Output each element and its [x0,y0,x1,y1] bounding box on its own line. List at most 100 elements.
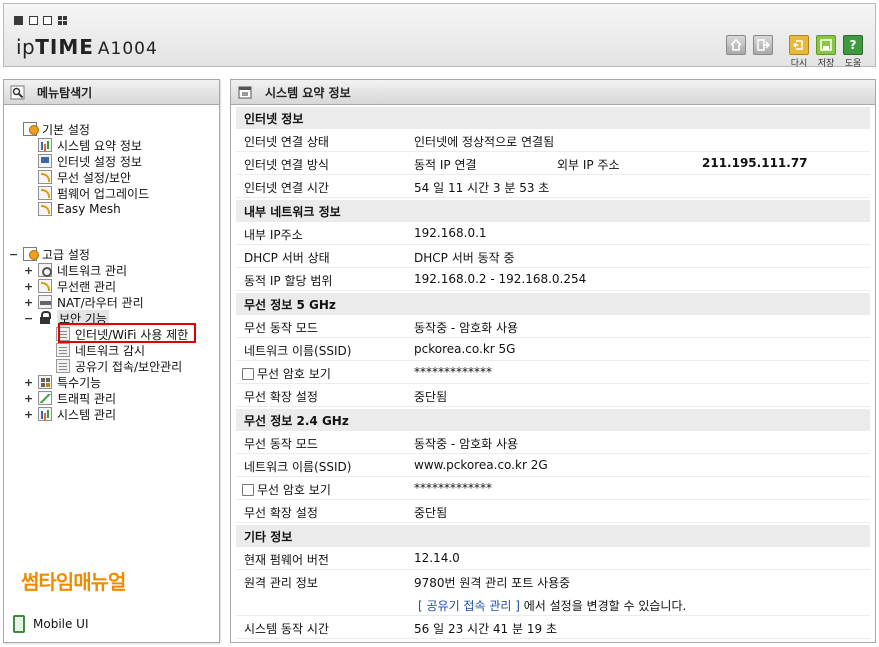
row-24g-ssid: 네트워크 이름(SSID) www.pckorea.co.kr 2G [236,455,870,477]
system-uptime-value: 56 일 23 시간 41 분 19 초 [414,622,557,636]
menu-explorer-title-bar: 메뉴탐색기 [4,80,219,105]
tree-item-easy-mesh[interactable]: Easy Mesh [38,201,121,217]
tree-item-system-summary[interactable]: 시스템 요약 정보 [38,137,142,153]
expand-toggle[interactable]: + [24,280,33,293]
row-internet-time: 인터넷 연결 시간 54 일 11 시간 3 분 53 초 [236,176,870,198]
wifi-icon [38,170,52,184]
help-button[interactable]: ? [843,35,863,55]
network-icon [38,263,52,277]
reload-label: 다시 [790,59,808,69]
mobile-ui-link[interactable]: Mobile UI [13,615,89,633]
row-5g-extension: 무선 확장 설정 중단됨 [236,385,870,407]
router-access-management-link[interactable]: [ 공유기 접속 관리 ] [418,599,520,613]
menu-explorer-title: 메뉴탐색기 [37,85,93,100]
monitor-icon [38,154,52,168]
internet-time-value: 54 일 11 시간 3 분 53 초 [414,181,550,195]
row-system-uptime: 시스템 동작 시간 56 일 23 시간 41 분 19 초 [236,617,870,639]
system-summary-panel: 시스템 요약 정보 인터넷 정보 인터넷 연결 상태 인터넷에 정상적으로 연결… [230,79,876,643]
wifi5-password-value: ************* [414,365,492,379]
row-remote-link: [ 공유기 접속 관리 ] 에서 설정을 변경할 수 있습니다. [236,594,870,616]
section-other-info: 기타 정보 [236,525,870,547]
highlight-box [58,323,196,343]
collapse-toggle[interactable]: − [9,248,18,261]
folder-settings-icon [23,122,39,136]
logo-square-outline-icon [43,16,52,25]
brand-logo: ipTIME A1004 [16,35,158,59]
expand-toggle[interactable]: + [24,408,33,421]
logo-square-icon [14,16,23,25]
expand-toggle[interactable]: + [24,264,33,277]
wifi24-ssid-value: www.pckorea.co.kr 2G [414,458,548,472]
expand-toggle[interactable]: + [24,392,33,405]
internet-status-value: 인터넷에 정상적으로 연결됨 [414,135,555,149]
remote-link-suffix: 에서 설정을 변경할 수 있습니다. [519,599,687,613]
show-password-checkbox-5g[interactable] [242,368,254,380]
wifi24-password-value: ************* [414,481,492,495]
lock-icon [38,311,52,325]
wifi-icon [38,202,52,216]
external-ip-value: 211.195.111.77 [702,156,808,170]
wifi24-extension-value: 중단됨 [414,506,448,520]
wifi-icon [38,279,52,293]
save-button[interactable] [816,35,836,55]
external-ip-label: 외부 IP 주소 [557,158,620,172]
row-24g-extension: 무선 확장 설정 중단됨 [236,501,870,523]
section-internal-network: 내부 네트워크 정보 [236,200,870,222]
row-internal-ip: 내부 IP주소 192.168.0.1 [236,223,870,245]
help-label: 도움 [844,59,862,69]
row-dhcp-status: DHCP 서버 상태 DHCP 서버 동작 중 [236,246,870,268]
firmware-version-value: 12.14.0 [414,551,460,565]
tree-item-network-monitor[interactable]: 네트워크 감시 [56,342,145,358]
row-5g-ssid: 네트워크 이름(SSID) pckorea.co.kr 5G [236,339,870,361]
remote-management-value: 9780번 원격 관리 포트 사용중 [414,576,571,590]
tree-advanced-settings[interactable]: − 고급 설정 [9,246,90,262]
watermark-text: 썸타임매뉴얼 [21,570,126,594]
tree-item-network-management[interactable]: + 네트워크 관리 [24,262,127,278]
tree-item-router-access-security[interactable]: 공유기 접속/보안관리 [56,358,182,374]
tree-item-wireless-lan[interactable]: + 무선랜 관리 [24,278,116,294]
menu-explorer-panel: 메뉴탐색기 기본 설정 시스템 요약 정보 인터넷 설정 정보 무선 설정/보안… [3,79,220,643]
wifi24-mode-value: 동작중 - 암호화 사용 [414,437,519,451]
tree-basic-settings[interactable]: 기본 설정 [23,121,90,137]
expand-toggle[interactable]: + [24,296,33,309]
section-wireless-5ghz: 무선 정보 5 GHz [236,293,870,315]
tree-item-nat-router[interactable]: + NAT/라우터 관리 [24,294,144,310]
window-icon [238,85,253,100]
row-dhcp-range: 동적 IP 할당 범위 192.168.0.2 - 192.168.0.254 [236,269,870,291]
logout-icon[interactable] [753,35,773,55]
chart-icon [38,138,52,152]
traffic-graph-icon [38,391,52,405]
wifi5-mode-value: 동작중 - 암호화 사용 [414,321,519,335]
tree-item-wireless-security[interactable]: 무선 설정/보안 [38,169,131,185]
logo-grid-icon [58,16,67,25]
tree-item-traffic-management[interactable]: + 트래픽 관리 [24,390,116,406]
tree-item-special-functions[interactable]: + 특수기능 [24,374,101,390]
chart-icon [38,407,52,421]
internal-ip-value: 192.168.0.1 [414,226,487,240]
reload-button[interactable] [789,35,809,55]
page-icon [56,359,70,373]
home-icon[interactable] [726,35,746,55]
mobile-phone-icon [13,615,25,633]
special-functions-icon [38,375,52,389]
wifi5-ssid-value: pckorea.co.kr 5G [414,342,516,356]
wifi5-extension-value: 중단됨 [414,390,448,404]
expand-toggle[interactable]: + [24,376,33,389]
tree-item-firmware-upgrade[interactable]: 펌웨어 업그레이드 [38,185,149,201]
row-firmware-version: 현재 펌웨어 버전 12.14.0 [236,548,870,570]
save-label: 저장 [817,59,835,69]
model-name: A1004 [97,39,158,59]
row-internet-method: 인터넷 연결 방식 동적 IP 연결 외부 IP 주소 211.195.111.… [236,153,870,175]
wifi-icon [38,186,52,200]
section-wireless-24ghz: 무선 정보 2.4 GHz [236,409,870,431]
show-password-checkbox-24g[interactable] [242,484,254,496]
tree-item-system-management[interactable]: + 시스템 관리 [24,406,116,422]
section-internet-info: 인터넷 정보 [236,107,870,129]
logo-square-outline-icon [29,16,38,25]
collapse-toggle[interactable]: − [24,312,33,325]
magnifier-icon [10,85,25,100]
row-24g-password: 무선 암호 보기 ************* [236,478,870,500]
row-internet-status: 인터넷 연결 상태 인터넷에 정상적으로 연결됨 [236,130,870,152]
system-summary-title: 시스템 요약 정보 [265,85,351,100]
tree-item-internet-settings[interactable]: 인터넷 설정 정보 [38,153,142,169]
